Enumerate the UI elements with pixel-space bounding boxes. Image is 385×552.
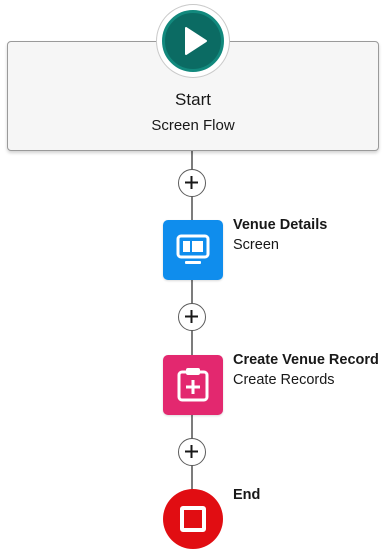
screen-icon [176, 234, 210, 264]
node-type-create-records: Create Records [233, 372, 335, 388]
start-subtitle: Screen Flow [151, 117, 235, 134]
screen-element-tile[interactable] [163, 220, 223, 280]
node-label-venue-details: Venue Details [233, 217, 328, 233]
play-icon [185, 27, 207, 55]
add-element-button[interactable] [178, 438, 206, 466]
node-label-create-venue-record: Create Venue Record [233, 352, 379, 368]
plus-icon [185, 176, 198, 189]
node-label-end: End [233, 487, 261, 503]
start-icon-circle [162, 10, 224, 72]
add-element-button[interactable] [178, 169, 206, 197]
stop-icon [180, 506, 206, 532]
add-element-button[interactable] [178, 303, 206, 331]
node-type-screen: Screen [233, 237, 279, 253]
plus-icon [185, 310, 198, 323]
start-button[interactable] [157, 5, 229, 77]
plus-icon [185, 445, 198, 458]
create-records-icon [177, 368, 209, 402]
start-title: Start [175, 90, 211, 109]
create-records-element-tile[interactable] [163, 355, 223, 415]
end-element[interactable] [163, 489, 223, 549]
